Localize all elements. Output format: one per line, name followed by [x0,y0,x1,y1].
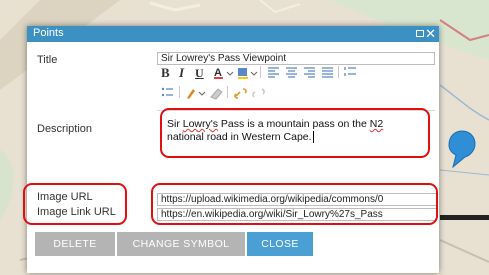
rich-text-toolbar: B I U A [157,64,435,108]
labels-highlight-box [23,183,127,225]
dialog-buttons: DELETE CHANGE SYMBOL CLOSE [27,232,439,258]
close-icon[interactable]: ✕ [425,26,436,42]
toolbar-divider [227,86,228,98]
close-button[interactable]: CLOSE [247,232,313,256]
align-center-icon[interactable] [285,66,298,80]
underline-button[interactable]: U [195,66,204,80]
justify-icon[interactable] [321,66,334,80]
toolbar-divider [179,86,180,98]
unordered-list-icon[interactable] [161,86,174,100]
bold-button[interactable]: B [161,66,170,80]
description-label: Description [37,123,93,135]
align-right-icon[interactable] [303,66,316,80]
unlink-icon[interactable] [251,86,267,100]
description-highlight-box [160,108,430,158]
points-dialog: Points ✕ Title Sir Lowrey's Pass Viewpoi… [23,26,439,273]
urls-highlight-box [151,183,438,225]
ordered-list-icon[interactable] [344,66,357,80]
maximize-icon[interactable] [416,30,424,37]
delete-button[interactable]: DELETE [35,232,115,256]
align-left-icon[interactable] [267,66,280,80]
toolbar-divider [260,66,261,78]
toolbar-divider [338,66,339,78]
eraser-icon[interactable] [209,86,225,100]
highlight-icon[interactable] [237,66,259,80]
italic-button[interactable]: I [179,66,184,80]
map-marker-icon[interactable] [446,130,476,170]
change-symbol-button[interactable]: CHANGE SYMBOL [117,232,245,256]
paint-icon[interactable] [185,86,207,100]
link-icon[interactable] [233,86,249,100]
dialog-title: Points [33,27,64,39]
dialog-titlebar: Points ✕ [27,26,439,42]
title-label: Title [37,54,58,66]
font-color-icon[interactable]: A [213,66,235,80]
